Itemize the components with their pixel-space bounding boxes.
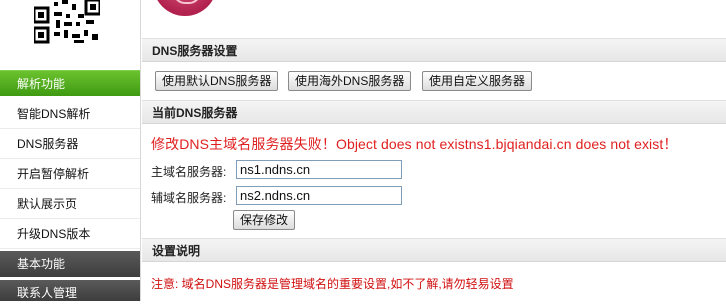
sidebar-section-basic[interactable]: 基本功能 (0, 251, 140, 277)
qr-code-icon (32, 0, 102, 44)
brand-logo-icon (153, 0, 217, 16)
sidebar-item-upgrade-dns[interactable]: 升级DNS版本 (0, 219, 140, 249)
primary-dns-input[interactable] (236, 160, 402, 179)
sidebar-item-dns-server[interactable]: DNS服务器 (0, 129, 140, 159)
sidebar-item-pause-resolve[interactable]: 开启暂停解析 (0, 159, 140, 189)
sidebar-item-smart-dns[interactable]: 智能DNS解析 (0, 99, 140, 129)
error-message: 修改DNS主域名服务器失败！Object does not existns1.b… (151, 136, 678, 152)
secondary-dns-label: 辅域名服务器: (151, 191, 227, 205)
sidebar-section-contacts[interactable]: 联系人管理 (0, 280, 140, 301)
current-dns-header: 当前DNS服务器 (142, 100, 726, 124)
sidebar-item-default-page[interactable]: 默认展示页 (0, 189, 140, 219)
settings-note-text: 注意: 域名DNS服务器是管理域名的重要设置,如不了解,请勿轻易设置 (151, 277, 514, 291)
sidebar: 解析功能 智能DNS解析 DNS服务器 开启暂停解析 默认展示页 升级DNS版本… (0, 0, 141, 301)
settings-notes-header: 设置说明 (142, 238, 726, 262)
save-changes-button[interactable]: 保存修改 (233, 210, 296, 230)
use-overseas-dns-button[interactable]: 使用海外DNS服务器 (288, 71, 412, 91)
dns-settings-header: DNS服务器设置 (142, 38, 726, 62)
secondary-dns-input[interactable] (236, 186, 402, 205)
sidebar-section-resolve[interactable]: 解析功能 (0, 70, 140, 96)
primary-dns-label: 主域名服务器: (151, 165, 227, 179)
use-default-dns-button[interactable]: 使用默认DNS服务器 (155, 71, 279, 91)
use-custom-dns-button[interactable]: 使用自定义服务器 (422, 71, 533, 91)
